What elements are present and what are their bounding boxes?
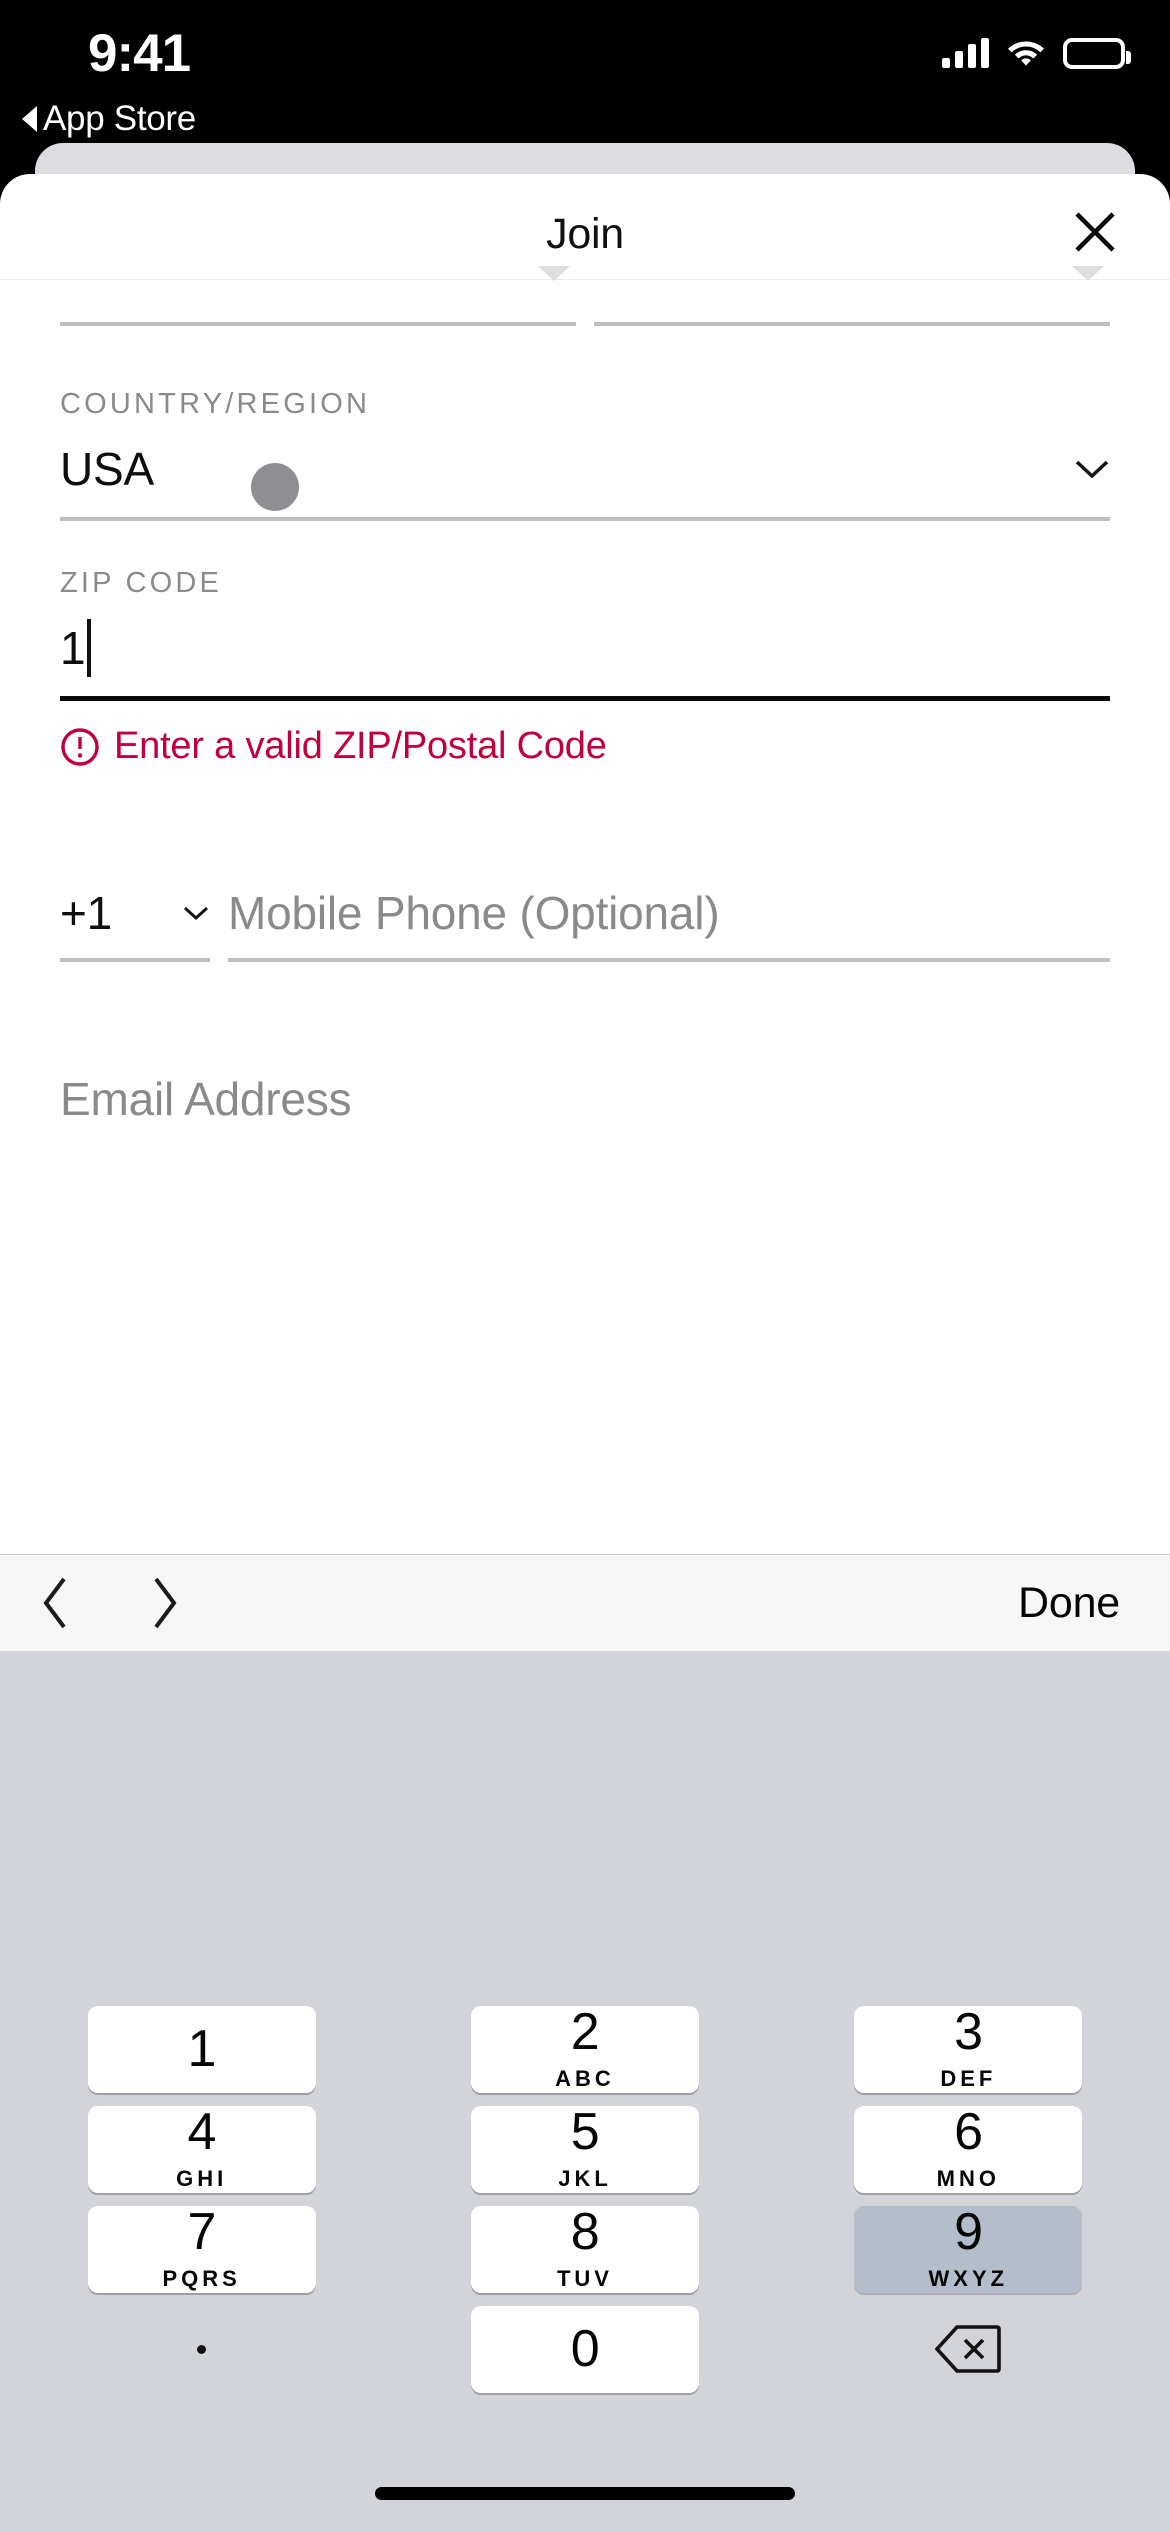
text-caret xyxy=(87,619,92,677)
battery-icon xyxy=(1063,37,1131,69)
delete-backspace-icon xyxy=(935,2325,1002,2373)
join-modal-sheet: Join COUNTRY/REGION USA ZIP CODE 1 Enter… xyxy=(0,174,1170,1554)
key-digit-label: 9 xyxy=(954,2203,983,2261)
email-field[interactable]: Email Address xyxy=(60,1054,1110,1144)
key-3[interactable]: 3 DEF xyxy=(854,2003,1083,2093)
home-indicator xyxy=(375,2487,795,2500)
key-digit-label: 1 xyxy=(187,2020,216,2078)
modal-header: Join xyxy=(0,174,1170,280)
zip-code-error-text: Enter a valid ZIP/Postal Code xyxy=(114,725,607,767)
touch-indicator xyxy=(251,463,299,511)
keypad-grid: 1 2 ABC 3 DEF 4 GHI 5 JKL 6 MNO 7 PQRS 8 TUV 9 WXYZ 0 xyxy=(10,1999,1160,2399)
key-digit-label: 5 xyxy=(570,2103,600,2161)
exclamation-circle-icon xyxy=(61,727,99,766)
key-letters-label: TUV xyxy=(556,2266,613,2291)
keypad-cell: 5 JKL xyxy=(393,2099,776,2199)
phone-country-code-underline xyxy=(60,958,210,962)
key-letters-label: ABC xyxy=(555,2066,615,2091)
key-7[interactable]: 7 PQRS xyxy=(87,2203,316,2293)
country-region-underline xyxy=(60,517,1110,521)
key-digit-label: 4 xyxy=(187,2103,216,2161)
signal-bars-icon xyxy=(942,38,989,68)
keypad-cell xyxy=(777,2299,1160,2399)
zip-code-input[interactable]: 1 xyxy=(60,600,1110,696)
zip-code-value: 1 xyxy=(60,622,86,674)
done-button[interactable]: Done xyxy=(1018,1579,1120,1628)
chevron-right-icon xyxy=(154,1577,177,1629)
back-to-app-store-button[interactable]: App Store xyxy=(22,99,196,139)
email-placeholder: Email Address xyxy=(60,1073,352,1125)
zip-code-error: Enter a valid ZIP/Postal Code xyxy=(60,725,1110,768)
key-1[interactable]: 1 xyxy=(87,2005,316,2093)
phone-number-placeholder: Mobile Phone (Optional) xyxy=(228,887,720,939)
keypad-cell: 9 WXYZ xyxy=(777,2199,1160,2299)
country-region-value: USA xyxy=(60,443,154,495)
field-partial-right[interactable] xyxy=(594,266,1110,326)
key-delete[interactable] xyxy=(854,2306,1082,2393)
key-digit-label: 2 xyxy=(570,2003,600,2061)
keypad-cell: 4 GHI xyxy=(10,2099,393,2199)
phone-country-code-select[interactable]: +1 xyxy=(60,868,210,962)
country-region-field: COUNTRY/REGION USA xyxy=(60,388,1110,521)
scrolled-fields-row xyxy=(60,266,1110,342)
join-form: COUNTRY/REGION USA ZIP CODE 1 Enter a va… xyxy=(0,266,1170,1144)
key-8[interactable]: 8 TUV xyxy=(470,2203,699,2293)
country-region-select[interactable]: USA xyxy=(60,421,1110,517)
chevron-down-icon xyxy=(1072,266,1104,281)
period-dot-icon xyxy=(197,2344,207,2354)
chevron-left-icon xyxy=(43,1577,66,1629)
key-letters-label: JKL xyxy=(558,2166,612,2191)
keypad-cell xyxy=(10,2299,393,2399)
key-letters-label: GHI xyxy=(176,2166,228,2191)
country-region-label: COUNTRY/REGION xyxy=(60,388,371,420)
back-triangle-icon xyxy=(22,106,37,132)
phone-number-underline xyxy=(228,958,1110,962)
phone-country-code-value: +1 xyxy=(60,887,113,939)
keypad-cell: 1 xyxy=(10,1999,393,2099)
page-title: Join xyxy=(546,210,624,258)
key-digit-label: 6 xyxy=(954,2103,983,2161)
keypad-cell: 0 xyxy=(393,2299,776,2399)
previous-field-button[interactable] xyxy=(0,1555,110,1652)
status-bar-time: 9:41 xyxy=(88,24,191,83)
key-digit-label: 3 xyxy=(954,2003,983,2061)
keypad-cell: 3 DEF xyxy=(777,1999,1160,2099)
phone-field: +1 Mobile Phone (Optional) xyxy=(60,868,1110,962)
keypad-cell: 8 TUV xyxy=(393,2199,776,2299)
field-partial-left[interactable] xyxy=(60,266,576,326)
key-4[interactable]: 4 GHI xyxy=(87,2103,316,2193)
zip-code-underline xyxy=(60,696,1110,701)
keypad-cell: 2 ABC xyxy=(393,1999,776,2099)
key-letters-label: PQRS xyxy=(162,2266,241,2291)
wifi-icon xyxy=(1005,35,1047,71)
keyboard-accessory-toolbar: Done xyxy=(0,1554,1170,1651)
zip-code-label: ZIP CODE xyxy=(60,567,223,599)
key-letters-label: DEF xyxy=(940,2066,997,2091)
key-digit-label: 8 xyxy=(570,2203,600,2261)
key-period[interactable] xyxy=(88,2306,316,2393)
chevron-down-icon xyxy=(538,266,570,281)
key-0[interactable]: 0 xyxy=(470,2305,699,2393)
key-letters-label: WXYZ xyxy=(928,2266,1009,2291)
key-9[interactable]: 9 WXYZ xyxy=(854,2203,1083,2293)
phone-number-input[interactable]: Mobile Phone (Optional) xyxy=(228,868,1110,962)
key-5[interactable]: 5 JKL xyxy=(470,2103,699,2193)
zip-code-field: ZIP CODE 1 Enter a valid ZIP/Postal Code xyxy=(60,567,1110,768)
numeric-keyboard: 1 2 ABC 3 DEF 4 GHI 5 JKL 6 MNO 7 PQRS 8 TUV 9 WXYZ 0 xyxy=(0,1651,1170,2532)
key-letters-label: MNO xyxy=(936,2166,1000,2191)
keypad-cell: 6 MNO xyxy=(777,2099,1160,2199)
close-button[interactable] xyxy=(1060,202,1130,262)
close-icon xyxy=(1075,212,1115,252)
keypad-cell: 7 PQRS xyxy=(10,2199,393,2299)
chevron-down-icon xyxy=(183,906,209,921)
status-bar-indicators xyxy=(942,35,1131,71)
key-6[interactable]: 6 MNO xyxy=(854,2103,1083,2193)
key-2[interactable]: 2 ABC xyxy=(470,2003,699,2093)
key-digit-label: 0 xyxy=(570,2320,600,2378)
chevron-down-icon xyxy=(1075,460,1109,479)
key-digit-label: 7 xyxy=(187,2203,216,2261)
back-label: App Store xyxy=(43,99,196,138)
next-field-button[interactable] xyxy=(110,1555,220,1652)
